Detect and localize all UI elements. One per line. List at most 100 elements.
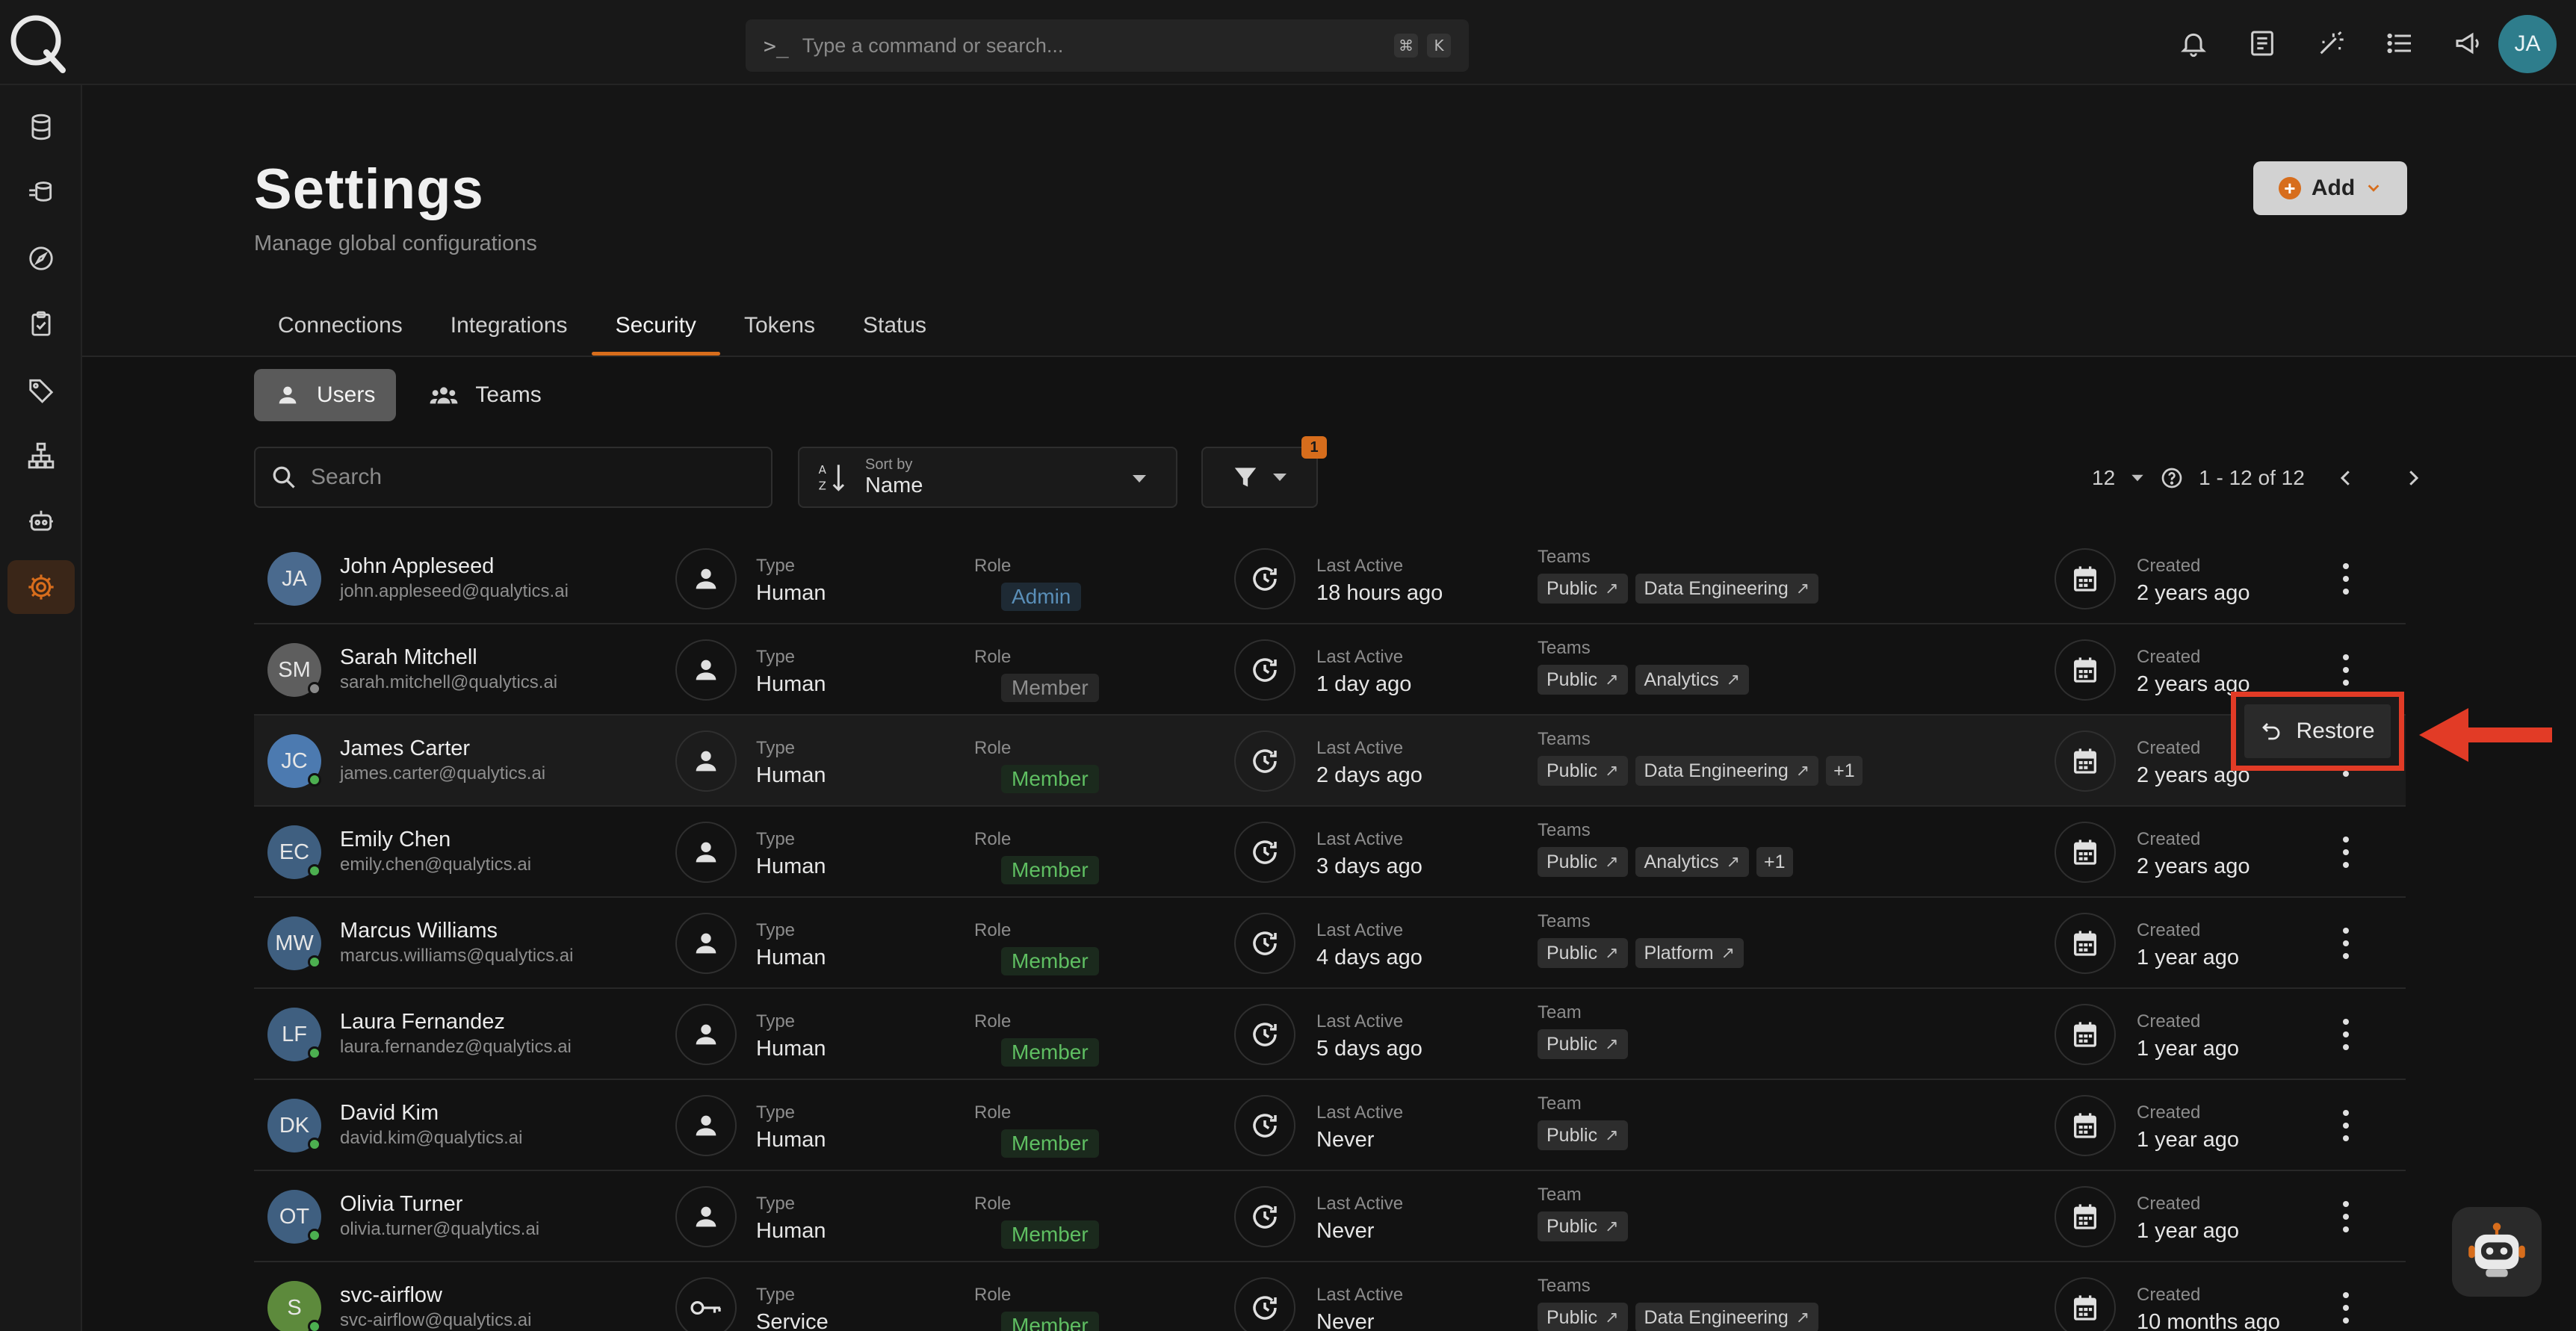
team-chip[interactable]: Public ↗ bbox=[1538, 574, 1628, 604]
user-name[interactable]: David Kim bbox=[340, 1101, 439, 1126]
tab-status[interactable]: Status bbox=[839, 296, 950, 356]
team-chip[interactable]: Analytics ↗ bbox=[1635, 665, 1750, 695]
add-button[interactable]: + Add bbox=[2253, 161, 2407, 215]
teams-toggle[interactable]: Teams bbox=[408, 369, 562, 421]
table-row[interactable]: JC James Carter james.carter@qualytics.a… bbox=[254, 716, 2406, 807]
table-row[interactable]: LF Laura Fernandez laura.fernandez@qualy… bbox=[254, 989, 2406, 1080]
table-row[interactable]: DK David Kim david.kim@qualytics.ai Type… bbox=[254, 1080, 2406, 1171]
help-icon[interactable] bbox=[2160, 466, 2184, 490]
tab-connections[interactable]: Connections bbox=[254, 296, 427, 356]
external-link-icon: ↗ bbox=[1795, 1308, 1810, 1327]
status-dot bbox=[308, 1229, 321, 1242]
more-options-icon[interactable] bbox=[2338, 1289, 2353, 1327]
tab-integrations[interactable]: Integrations bbox=[427, 296, 592, 356]
team-chip[interactable]: Public ↗ bbox=[1538, 1303, 1628, 1331]
bell-icon[interactable] bbox=[2176, 25, 2211, 61]
tag-icon[interactable] bbox=[7, 363, 75, 417]
gear-icon[interactable] bbox=[7, 560, 75, 614]
team-chip[interactable]: Data Engineering ↗ bbox=[1635, 1303, 1819, 1331]
table-row[interactable]: MW Marcus Williams marcus.williams@qualy… bbox=[254, 898, 2406, 989]
team-chip[interactable]: Public ↗ bbox=[1538, 665, 1628, 695]
last-active-value: 4 days ago bbox=[1316, 946, 1422, 969]
table-row[interactable]: SM Sarah Mitchell sarah.mitchell@qualyti… bbox=[254, 624, 2406, 716]
more-teams-chip[interactable]: +1 bbox=[1756, 847, 1793, 877]
team-chips: Public ↗ bbox=[1538, 1120, 1628, 1150]
user-name[interactable]: Laura Fernandez bbox=[340, 1010, 505, 1034]
svg-text:Z: Z bbox=[819, 480, 826, 493]
team-chip[interactable]: Data Engineering ↗ bbox=[1635, 756, 1819, 786]
team-chip[interactable]: Public ↗ bbox=[1538, 756, 1628, 786]
user-name[interactable]: Emily Chen bbox=[340, 828, 451, 852]
filter-button[interactable] bbox=[1201, 447, 1318, 508]
more-options-icon[interactable] bbox=[2338, 1198, 2353, 1235]
user-name[interactable]: Olivia Turner bbox=[340, 1192, 462, 1217]
team-chip[interactable]: Platform ↗ bbox=[1635, 938, 1744, 968]
notes-icon[interactable] bbox=[2244, 25, 2280, 61]
megaphone-icon[interactable] bbox=[2450, 25, 2486, 61]
avatar-initials: S bbox=[287, 1295, 302, 1320]
data-stack-icon[interactable] bbox=[7, 166, 75, 220]
search-input[interactable]: Search bbox=[254, 447, 773, 508]
last-active-label: Last Active bbox=[1316, 1285, 1404, 1305]
checklist-icon[interactable] bbox=[7, 297, 75, 351]
team-chip[interactable]: Public ↗ bbox=[1538, 1029, 1628, 1059]
last-active-label: Last Active bbox=[1316, 829, 1404, 849]
chevron-right-icon[interactable] bbox=[2402, 467, 2424, 489]
table-row[interactable]: OT Olivia Turner olivia.turner@qualytics… bbox=[254, 1171, 2406, 1262]
team-chip[interactable]: Data Engineering ↗ bbox=[1635, 574, 1819, 604]
assistant-bot-icon[interactable] bbox=[2452, 1207, 2542, 1297]
kbd-k: K bbox=[1427, 34, 1451, 58]
user-avatar[interactable]: JA bbox=[2498, 15, 2557, 73]
team-chip[interactable]: Analytics ↗ bbox=[1635, 847, 1750, 877]
more-options-icon[interactable] bbox=[2338, 925, 2353, 962]
role-badge: Member bbox=[1001, 856, 1099, 884]
team-chip[interactable]: Public ↗ bbox=[1538, 1211, 1628, 1241]
user-name[interactable]: James Carter bbox=[340, 736, 470, 761]
role-label: Role bbox=[974, 829, 1012, 849]
role-badge: Member bbox=[1001, 947, 1099, 975]
more-teams-chip[interactable]: +1 bbox=[1826, 756, 1863, 786]
team-chip[interactable]: Public ↗ bbox=[1538, 938, 1628, 968]
more-options-icon[interactable] bbox=[2338, 834, 2353, 871]
sort-by-select[interactable]: AZ Sort by Name bbox=[798, 447, 1177, 508]
table-row[interactable]: EC Emily Chen emily.chen@qualytics.ai Ty… bbox=[254, 807, 2406, 898]
table-row[interactable]: S svc-airflow svc-airflow@qualytics.ai T… bbox=[254, 1262, 2406, 1331]
avatar-initials: JC bbox=[281, 748, 308, 773]
role-label: Role bbox=[974, 1285, 1012, 1305]
command-search[interactable]: >_ Type a command or search... ⌘ K bbox=[746, 19, 1469, 72]
user-name[interactable]: svc-airflow bbox=[340, 1283, 442, 1308]
magic-wand-icon[interactable] bbox=[2313, 25, 2349, 61]
restore-button[interactable]: Restore bbox=[2244, 704, 2391, 758]
users-toggle[interactable]: Users bbox=[254, 369, 397, 421]
user-email: james.carter@qualytics.ai bbox=[340, 763, 546, 784]
external-link-icon: ↗ bbox=[1605, 1034, 1619, 1054]
history-icon bbox=[1234, 1277, 1295, 1331]
last-active-label: Last Active bbox=[1316, 1102, 1404, 1123]
list-icon[interactable] bbox=[2382, 25, 2418, 61]
page-size-value[interactable]: 12 bbox=[2092, 466, 2115, 490]
user-name[interactable]: Sarah Mitchell bbox=[340, 645, 477, 670]
qualytics-logo[interactable] bbox=[7, 10, 67, 73]
avatar-initials: LF bbox=[282, 1022, 307, 1046]
tab-tokens[interactable]: Tokens bbox=[720, 296, 839, 356]
robot-icon[interactable] bbox=[7, 494, 75, 548]
database-icon[interactable] bbox=[7, 100, 75, 154]
more-options-icon[interactable] bbox=[2338, 1107, 2353, 1144]
team-chip[interactable]: Public ↗ bbox=[1538, 1120, 1628, 1150]
caret-down-icon[interactable] bbox=[2130, 474, 2145, 483]
user-name[interactable]: John Appleseed bbox=[340, 554, 494, 579]
last-active-value: 18 hours ago bbox=[1316, 581, 1443, 605]
hierarchy-icon[interactable] bbox=[7, 429, 75, 483]
compass-icon[interactable] bbox=[7, 232, 75, 285]
created-label: Created bbox=[2137, 738, 2201, 758]
more-options-icon[interactable] bbox=[2338, 1016, 2353, 1053]
table-row[interactable]: JA John Appleseed john.appleseed@qualyti… bbox=[254, 533, 2406, 624]
user-name[interactable]: Marcus Williams bbox=[340, 919, 498, 943]
last-active-value: Never bbox=[1316, 1219, 1375, 1243]
team-chip[interactable]: Public ↗ bbox=[1538, 847, 1628, 877]
more-options-icon[interactable] bbox=[2338, 651, 2353, 689]
more-options-icon[interactable] bbox=[2338, 560, 2353, 598]
type-value: Human bbox=[756, 946, 826, 969]
tab-security[interactable]: Security bbox=[591, 296, 721, 356]
chevron-left-icon[interactable] bbox=[2335, 467, 2357, 489]
